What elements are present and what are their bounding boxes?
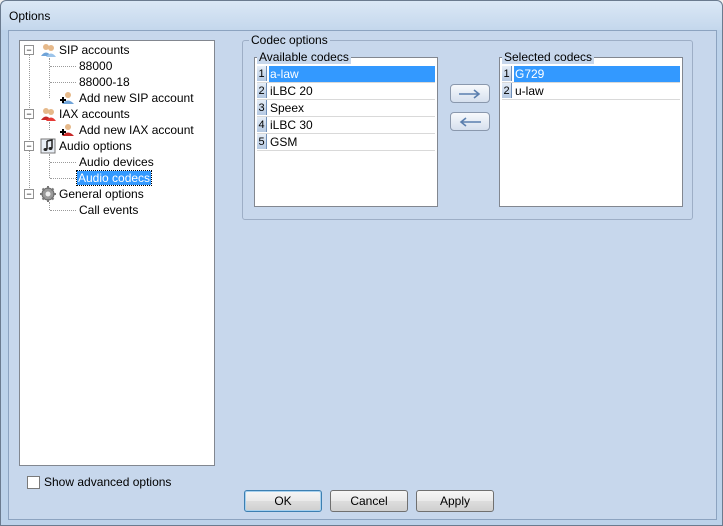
users-icon bbox=[40, 42, 56, 58]
tree-line bbox=[49, 202, 50, 210]
arrow-right-icon bbox=[459, 88, 481, 99]
codec-row[interactable]: 1 a-law bbox=[257, 66, 435, 83]
available-codecs-header: Available codecs bbox=[257, 50, 351, 64]
codec-row[interactable]: 5 GSM bbox=[257, 134, 435, 151]
codec-row[interactable]: 2 u-law bbox=[502, 83, 680, 100]
collapse-icon[interactable]: − bbox=[24, 141, 34, 151]
collapse-icon[interactable]: − bbox=[24, 109, 34, 119]
tree-line bbox=[50, 66, 76, 67]
options-window: Options − SIP accounts 88000 88000-18 Ad… bbox=[0, 0, 723, 526]
cancel-button[interactable]: Cancel bbox=[330, 490, 408, 512]
tree-line bbox=[50, 178, 76, 179]
options-tree[interactable]: − SIP accounts 88000 88000-18 Add new SI… bbox=[19, 40, 215, 466]
show-advanced-checkbox[interactable] bbox=[27, 476, 40, 489]
tree-item-general-options[interactable]: General options bbox=[58, 186, 145, 202]
codec-row[interactable]: 4 iLBC 30 bbox=[257, 117, 435, 134]
arrow-left-icon bbox=[459, 116, 481, 127]
tree-item-88000-18[interactable]: 88000-18 bbox=[78, 74, 131, 90]
tree-item-88000[interactable]: 88000 bbox=[78, 58, 113, 74]
show-advanced-label: Show advanced options bbox=[44, 475, 172, 489]
collapse-icon[interactable]: − bbox=[24, 189, 34, 199]
tree-item-call-events[interactable]: Call events bbox=[78, 202, 139, 218]
tree-item-audio-devices[interactable]: Audio devices bbox=[78, 154, 155, 170]
selected-codecs-list[interactable]: Selected codecs 1 G729 2 u-law bbox=[499, 51, 683, 207]
add-user-red-icon bbox=[59, 122, 75, 138]
tree-line bbox=[50, 210, 76, 211]
tree-item-iax-accounts[interactable]: IAX accounts bbox=[58, 106, 131, 122]
music-note-icon bbox=[40, 138, 56, 154]
codec-row[interactable]: 3 Speex bbox=[257, 100, 435, 117]
available-codecs-list[interactable]: Available codecs 1 a-law 2 iLBC 20 3 Speex … bbox=[254, 51, 438, 207]
tree-item-add-iax-account[interactable]: Add new IAX account bbox=[78, 122, 195, 138]
tree-line bbox=[50, 82, 76, 83]
selected-codecs-header: Selected codecs bbox=[502, 50, 595, 64]
remove-codec-button[interactable] bbox=[450, 112, 490, 131]
tree-item-audio-options[interactable]: Audio options bbox=[58, 138, 133, 154]
ok-button[interactable]: OK bbox=[244, 490, 322, 512]
codec-row[interactable]: 2 iLBC 20 bbox=[257, 83, 435, 100]
tree-line bbox=[49, 58, 50, 98]
apply-button[interactable]: Apply bbox=[416, 490, 494, 512]
codec-options-group: Codec options Available codecs 1 a-law 2i… bbox=[242, 34, 693, 220]
tree-line bbox=[49, 154, 50, 178]
collapse-icon[interactable]: − bbox=[24, 45, 34, 55]
gear-icon bbox=[40, 186, 56, 202]
tree-item-add-sip-account[interactable]: Add new SIP account bbox=[78, 90, 195, 106]
codec-options-title: Codec options bbox=[249, 33, 330, 47]
tree-line bbox=[49, 122, 50, 130]
tree-item-audio-codecs[interactable]: Audio codecs bbox=[75, 170, 153, 186]
tree-line bbox=[50, 162, 76, 163]
window-title: Options bbox=[9, 9, 51, 23]
add-user-icon bbox=[59, 90, 75, 106]
title-bar[interactable]: Options bbox=[1, 1, 722, 30]
users-red-icon bbox=[40, 106, 56, 122]
codec-row[interactable]: 1 G729 bbox=[502, 66, 680, 83]
client-area: − SIP accounts 88000 88000-18 Add new SI… bbox=[8, 30, 717, 520]
add-codec-button[interactable] bbox=[450, 84, 490, 103]
tree-line bbox=[29, 51, 30, 194]
tree-item-sip-accounts[interactable]: SIP accounts bbox=[58, 42, 131, 58]
